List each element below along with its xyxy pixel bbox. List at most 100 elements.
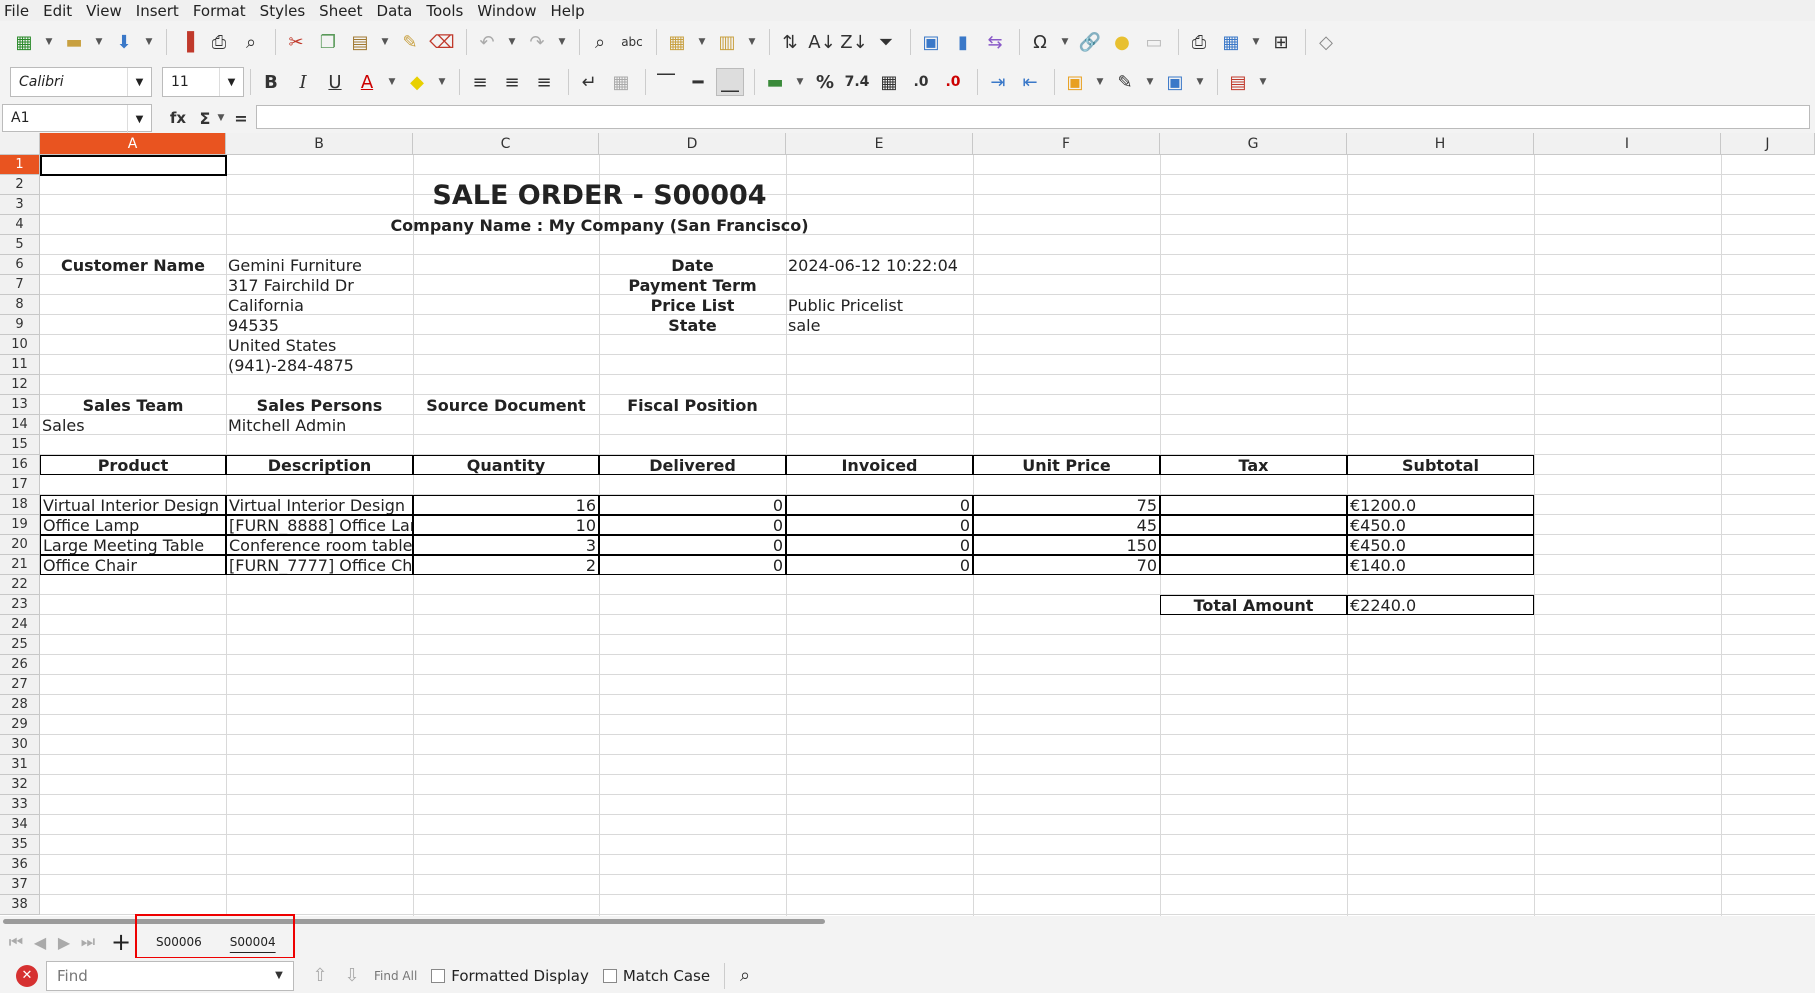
customer-line[interactable]: (941)-284-4875 — [226, 355, 413, 375]
menu-sheet[interactable]: Sheet — [319, 2, 362, 20]
column-header-j[interactable]: J — [1721, 133, 1815, 155]
menu-window[interactable]: Window — [477, 2, 536, 20]
team-header[interactable]: Source Document — [413, 395, 599, 415]
select-all-corner[interactable] — [0, 133, 40, 155]
font-color-dropdown-icon[interactable]: ▼ — [385, 68, 399, 96]
cut-icon[interactable]: ✂ — [282, 28, 310, 56]
save-icon[interactable]: ⬇ — [110, 28, 138, 56]
hyperlink-icon[interactable]: 🔗 — [1076, 28, 1104, 56]
row-header[interactable]: 34 — [0, 815, 40, 835]
menu-tools[interactable]: Tools — [426, 2, 463, 20]
undo-icon[interactable]: ↶ — [473, 28, 501, 56]
currency-format-icon[interactable]: ▬ — [761, 68, 789, 96]
border-color-dropdown-icon[interactable]: ▼ — [1193, 68, 1207, 96]
line-header[interactable]: Delivered — [599, 455, 786, 475]
conditional-dropdown-icon[interactable]: ▼ — [1256, 68, 1270, 96]
customer-name-label[interactable]: Customer Name — [40, 255, 226, 275]
row-header[interactable]: 12 — [0, 375, 40, 395]
row-dropdown-icon[interactable]: ▼ — [695, 28, 709, 56]
table-cell[interactable]: Office Chair — [40, 555, 226, 575]
table-cell[interactable]: [FURN_7777] Office Chair — [226, 555, 413, 575]
price-list-label[interactable]: Price List — [599, 295, 786, 315]
row-header[interactable]: 11 — [0, 355, 40, 375]
table-cell[interactable]: €140.0 — [1347, 555, 1534, 575]
open-dropdown-icon[interactable]: ▼ — [92, 28, 106, 56]
formula-icon[interactable]: = — [232, 104, 250, 132]
row-header[interactable]: 31 — [0, 755, 40, 775]
team-header[interactable]: Sales Team — [40, 395, 226, 415]
row-header[interactable]: 13 — [0, 395, 40, 415]
table-cell[interactable]: 0 — [599, 495, 786, 515]
font-name-box[interactable]: Calibri ▼ — [10, 67, 152, 97]
state-value[interactable]: sale — [786, 315, 973, 335]
row-header[interactable]: 6 — [0, 255, 40, 275]
table-cell[interactable]: Office Lamp — [40, 515, 226, 535]
insert-chart-icon[interactable]: ▮ — [949, 28, 977, 56]
new-dropdown-icon[interactable]: ▼ — [42, 28, 56, 56]
menu-help[interactable]: Help — [550, 2, 584, 20]
row-header[interactable]: 18 — [0, 495, 40, 515]
row-header[interactable]: 26 — [0, 655, 40, 675]
customer-line[interactable]: California — [226, 295, 413, 315]
sort-ascending-icon[interactable]: A↓ — [808, 28, 836, 56]
customer-line[interactable]: Gemini Furniture — [226, 255, 413, 275]
table-cell[interactable]: 150 — [973, 535, 1160, 555]
find-input[interactable]: Find ▼ — [46, 960, 294, 991]
find-next-icon[interactable]: ⇩ — [338, 962, 366, 990]
cell-cursor-a1[interactable] — [40, 155, 227, 176]
border-style-dropdown-icon[interactable]: ▼ — [1143, 68, 1157, 96]
row-header[interactable]: 21 — [0, 555, 40, 575]
row-header[interactable]: 4 — [0, 215, 40, 235]
table-cell[interactable] — [1160, 495, 1347, 515]
line-header[interactable]: Quantity — [413, 455, 599, 475]
close-find-icon[interactable]: ✕ — [16, 964, 38, 987]
print-icon[interactable]: ⎙ — [205, 28, 233, 56]
freeze-rows-columns-icon[interactable]: ▦ — [1217, 28, 1245, 56]
column-header-f[interactable]: F — [973, 133, 1160, 155]
row-header[interactable]: 23 — [0, 595, 40, 615]
menu-data[interactable]: Data — [377, 2, 413, 20]
align-middle-icon[interactable]: ━ — [684, 68, 712, 96]
formatted-display-checkbox[interactable] — [431, 968, 446, 983]
freeze-dropdown-icon[interactable]: ▼ — [1249, 28, 1263, 56]
find-all-button[interactable]: Find All — [374, 969, 417, 983]
table-cell[interactable]: Virtual Interior Design — [226, 495, 413, 515]
table-cell[interactable] — [1160, 535, 1347, 555]
formula-input[interactable] — [256, 105, 1810, 129]
state-label[interactable]: State — [599, 315, 786, 335]
row-header[interactable]: 7 — [0, 275, 40, 295]
clone-formatting-icon[interactable]: ✎ — [396, 28, 424, 56]
special-character-icon[interactable]: Ω — [1026, 28, 1054, 56]
table-cell[interactable]: 2 — [413, 555, 599, 575]
column-header-h[interactable]: H — [1347, 133, 1534, 155]
export-pdf-icon[interactable]: ▐ — [173, 28, 201, 56]
chevron-down-icon[interactable]: ▼ — [127, 68, 151, 96]
column-dropdown-icon[interactable]: ▼ — [745, 28, 759, 56]
table-cell[interactable]: Large Meeting Table — [40, 535, 226, 555]
add-sheet-icon[interactable]: + — [106, 928, 136, 956]
row-header[interactable]: 2 — [0, 175, 40, 195]
previous-sheet-icon[interactable]: ◀ — [28, 933, 52, 952]
merge-cells-icon[interactable]: ▦ — [607, 68, 635, 96]
chevron-down-icon[interactable]: ▼ — [265, 962, 293, 990]
column-icon[interactable]: ▥ — [713, 28, 741, 56]
align-center-icon[interactable]: ≡ — [498, 68, 526, 96]
total-amount-value[interactable]: €2240.0 — [1347, 595, 1534, 615]
row-header[interactable]: 30 — [0, 735, 40, 755]
row-header[interactable]: 3 — [0, 195, 40, 215]
autofilter-icon[interactable]: ⏷ — [872, 28, 900, 56]
align-top-icon[interactable]: ⎺ — [652, 68, 680, 96]
new-document-icon[interactable]: ▦ — [10, 28, 38, 56]
row-header[interactable]: 32 — [0, 775, 40, 795]
table-cell[interactable]: 45 — [973, 515, 1160, 535]
sort-icon[interactable]: ⇅ — [776, 28, 804, 56]
line-header[interactable]: Product — [40, 455, 226, 475]
table-cell[interactable]: [FURN_8888] Office Lamp — [226, 515, 413, 535]
column-header-i[interactable]: I — [1534, 133, 1721, 155]
comment-icon[interactable]: ● — [1108, 28, 1136, 56]
customer-line[interactable]: 94535 — [226, 315, 413, 335]
decrease-indent-icon[interactable]: ⇤ — [1016, 68, 1044, 96]
border-color-icon[interactable]: ▣ — [1161, 68, 1189, 96]
pivot-table-icon[interactable]: ⇆ — [981, 28, 1009, 56]
team-header[interactable]: Sales Persons — [226, 395, 413, 415]
